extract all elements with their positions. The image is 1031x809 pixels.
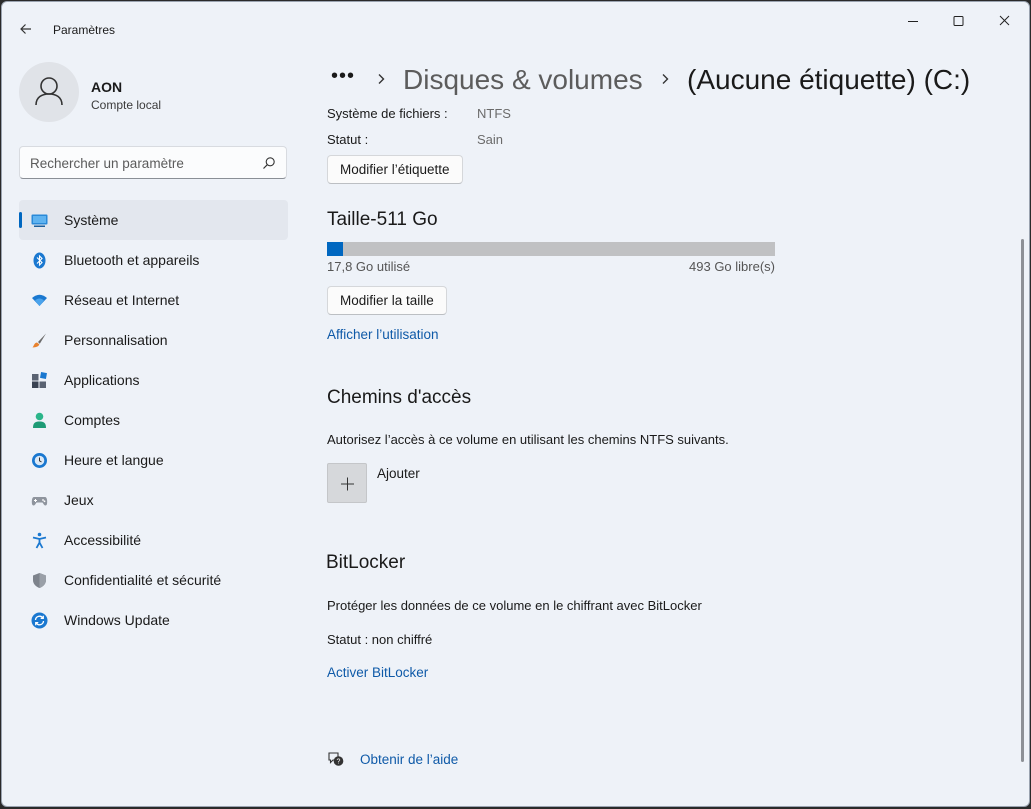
user-name: AON bbox=[91, 79, 123, 95]
back-arrow-icon bbox=[20, 24, 31, 34]
minimize-icon bbox=[908, 21, 918, 22]
view-usage-link[interactable]: Afficher l’utilisation bbox=[327, 327, 439, 342]
settings-window: Paramètres AON Compte local Rechercher u… bbox=[1, 1, 1030, 807]
svg-text:?: ? bbox=[337, 759, 341, 766]
resize-button[interactable]: Modifier la taille bbox=[327, 286, 447, 315]
breadcrumb-overflow-button[interactable]: ••• bbox=[331, 65, 355, 88]
bitlocker-status: Statut : non chiffré bbox=[327, 632, 433, 647]
help-icon: ? bbox=[328, 752, 344, 766]
help-label: Obtenir de l’aide bbox=[360, 752, 459, 767]
status-value: Sain bbox=[477, 132, 504, 147]
bitlocker-title: BitLocker bbox=[326, 552, 406, 573]
activate-bitlocker-link[interactable]: Activer BitLocker bbox=[327, 665, 428, 680]
paths-title: Chemins d'accès bbox=[327, 387, 472, 408]
title-bar: Paramètres bbox=[2, 2, 1029, 50]
app-title: Paramètres bbox=[53, 23, 116, 37]
maximize-button[interactable] bbox=[935, 10, 981, 34]
plus-icon bbox=[341, 477, 354, 491]
add-path-button[interactable] bbox=[327, 463, 367, 503]
used-space: 17,8 Go utilisé bbox=[327, 259, 411, 274]
page-title: (Aucune étiquette) (C:) bbox=[687, 64, 971, 95]
status-label: Statut : bbox=[327, 132, 369, 147]
size-title: Taille-511 Go bbox=[327, 209, 438, 230]
usage-bar-fill bbox=[327, 242, 343, 256]
free-space: 493 Go libre(s) bbox=[689, 259, 775, 274]
close-icon bbox=[999, 15, 1010, 26]
chevron-right-icon bbox=[662, 74, 669, 84]
paths-description: Autorisez l’accès à ce volume en utilisa… bbox=[327, 432, 729, 447]
breadcrumb-parent[interactable]: Disques & volumes bbox=[403, 64, 643, 96]
scrollbar[interactable] bbox=[1021, 239, 1024, 762]
chevron-right-icon bbox=[378, 74, 385, 84]
minimize-button[interactable] bbox=[890, 10, 936, 34]
back-button[interactable] bbox=[16, 18, 38, 40]
close-button[interactable] bbox=[981, 10, 1027, 34]
rename-label-button[interactable]: Modifier l’étiquette bbox=[327, 155, 463, 184]
usage-bar bbox=[327, 242, 775, 256]
add-path-label[interactable]: Ajouter bbox=[377, 466, 420, 481]
filesystem-label: Système de fichiers : bbox=[327, 106, 448, 121]
filesystem-value: NTFS bbox=[477, 106, 511, 121]
maximize-icon bbox=[953, 16, 964, 26]
content-pane: Système de fichiers : NTFS Statut : Sain… bbox=[2, 102, 1029, 806]
get-help-link[interactable]: ? Obtenir de l’aide bbox=[327, 750, 527, 774]
bitlocker-description: Protéger les données de ce volume en le … bbox=[327, 598, 702, 613]
